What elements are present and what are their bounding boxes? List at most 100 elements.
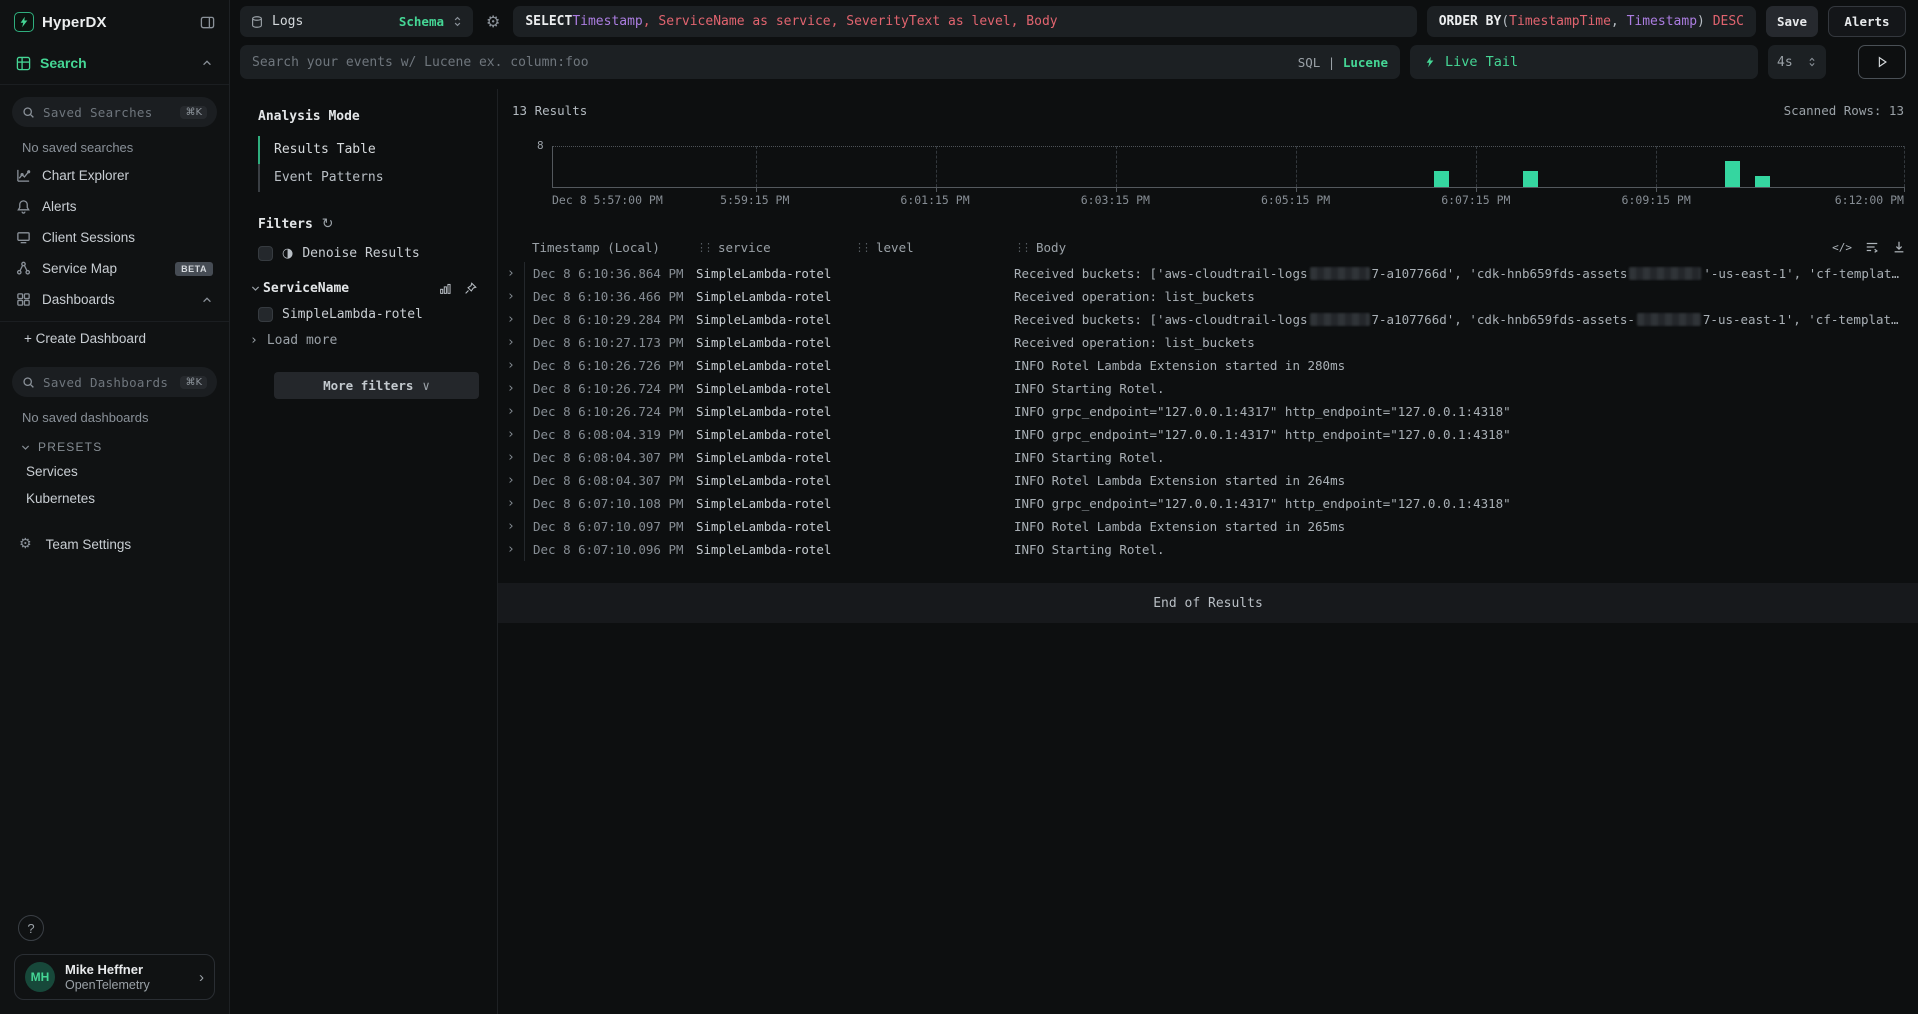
row-expand-icon[interactable]: ›	[498, 358, 524, 373]
chart-gridline	[1476, 146, 1477, 187]
table-row[interactable]: ›Dec 8 6:08:04.307 PMSimpleLambda-rotelI…	[498, 469, 1918, 492]
table-row[interactable]: ›Dec 8 6:07:10.096 PMSimpleLambda-rotelI…	[498, 538, 1918, 561]
refresh-icon[interactable]: ↻	[322, 216, 334, 232]
download-icon[interactable]	[1892, 240, 1906, 254]
query-language-toggle[interactable]: SQL | Lucene	[1298, 55, 1388, 70]
service-map-icon	[16, 261, 31, 276]
schema-link[interactable]: Schema	[399, 14, 444, 29]
save-button[interactable]: Save	[1766, 6, 1818, 37]
col-timestamp[interactable]: Timestamp (Local)	[524, 240, 696, 255]
source-settings-gear-icon[interactable]: ⚙	[486, 12, 500, 31]
load-more-button[interactable]: › Load more	[250, 333, 481, 348]
table-row[interactable]: ›Dec 8 6:10:36.466 PMSimpleLambda-rotelR…	[498, 285, 1918, 308]
denoise-results-option[interactable]: ◑ Denoise Results	[258, 246, 481, 261]
order-by-input[interactable]: ORDER BY (TimestampTime, Timestamp) DESC	[1427, 6, 1756, 37]
facet-value-option[interactable]: SimpleLambda-rotel	[258, 307, 481, 322]
row-expand-icon[interactable]: ›	[498, 335, 524, 350]
search-grid-icon	[16, 56, 31, 71]
pin-icon[interactable]	[464, 282, 477, 295]
sidebar-item-service-map[interactable]: Service Map BETA	[0, 253, 229, 284]
create-dashboard-button[interactable]: + Create Dashboard	[0, 322, 229, 355]
saved-searches-input[interactable]: Saved Searches ⌘K	[12, 97, 217, 127]
sidebar-item-dashboards[interactable]: Dashboards	[0, 284, 229, 315]
service-cell: SimpleLambda-rotel	[696, 335, 854, 350]
nav-label: Service Map	[42, 261, 117, 276]
service-checkbox[interactable]	[258, 307, 273, 322]
sidebar-item-kubernetes[interactable]: Kubernetes	[0, 485, 229, 512]
sidebar-collapse-icon[interactable]	[200, 15, 215, 30]
table-row[interactable]: ›Dec 8 6:07:10.108 PMSimpleLambda-rotelI…	[498, 492, 1918, 515]
run-query-button[interactable]	[1858, 45, 1906, 79]
chart-gridline	[1296, 146, 1297, 187]
chart-bar[interactable]	[1725, 161, 1740, 187]
sql-mode-label[interactable]: SQL	[1298, 55, 1321, 70]
row-expand-icon[interactable]: ›	[498, 381, 524, 396]
code-icon[interactable]: </>	[1832, 241, 1852, 254]
database-icon	[250, 15, 264, 29]
row-expand-icon[interactable]: ›	[498, 266, 524, 281]
facet-label: ServiceName	[263, 281, 349, 296]
row-expand-icon[interactable]: ›	[498, 519, 524, 534]
row-expand-icon[interactable]: ›	[498, 404, 524, 419]
axis-tick	[1656, 187, 1657, 192]
row-expand-icon[interactable]: ›	[498, 542, 524, 557]
chevron-up-icon[interactable]	[201, 294, 213, 306]
lucene-mode-label[interactable]: Lucene	[1343, 55, 1388, 70]
presets-header[interactable]: PRESETS	[0, 430, 229, 458]
table-row[interactable]: ›Dec 8 6:08:04.319 PMSimpleLambda-rotelI…	[498, 423, 1918, 446]
refresh-interval-select[interactable]: 4s	[1768, 45, 1826, 79]
load-more-label: Load more	[267, 333, 337, 348]
x-tick-label: 6:01:15 PM	[900, 193, 969, 207]
row-expand-icon[interactable]: ›	[498, 450, 524, 465]
sidebar-item-client-sessions[interactable]: Client Sessions	[0, 222, 229, 253]
nav-label: Alerts	[42, 199, 77, 214]
facet-servicename-header[interactable]: ServiceName	[250, 281, 481, 296]
chart-bar[interactable]	[1434, 171, 1449, 187]
user-name: Mike Heffner	[65, 962, 150, 977]
table-row[interactable]: ›Dec 8 6:10:36.864 PMSimpleLambda-rotelR…	[498, 262, 1918, 285]
user-card[interactable]: MH Mike Heffner OpenTelemetry ›	[14, 954, 215, 1000]
kbd-shortcut-badge: ⌘K	[180, 376, 207, 389]
drag-handle-icon[interactable]: ⋮⋮	[696, 241, 710, 254]
sidebar-item-chart-explorer[interactable]: Chart Explorer	[0, 160, 229, 191]
table-row[interactable]: ›Dec 8 6:10:26.724 PMSimpleLambda-rotelI…	[498, 377, 1918, 400]
col-level[interactable]: ⋮⋮level	[854, 240, 1014, 255]
source-select[interactable]: Logs Schema	[240, 6, 473, 37]
chart-bar[interactable]	[1523, 171, 1538, 187]
help-button[interactable]: ?	[18, 915, 44, 941]
sidebar-item-services[interactable]: Services	[0, 458, 229, 485]
saved-dashboards-input[interactable]: Saved Dashboards ⌘K	[12, 367, 217, 397]
alerts-button[interactable]: Alerts	[1828, 6, 1906, 37]
row-expand-icon[interactable]: ›	[498, 312, 524, 327]
sidebar-item-search[interactable]: Search	[0, 42, 229, 84]
drag-handle-icon[interactable]: ⋮⋮	[1014, 241, 1028, 254]
mode-results-table[interactable]: Results Table	[258, 136, 481, 164]
table-row[interactable]: ›Dec 8 6:10:27.173 PMSimpleLambda-rotelR…	[498, 331, 1918, 354]
sidebar-item-alerts[interactable]: Alerts	[0, 191, 229, 222]
mode-event-patterns[interactable]: Event Patterns	[258, 164, 481, 192]
live-tail-button[interactable]: Live Tail	[1410, 45, 1758, 79]
event-search-input[interactable]: Search your events w/ Lucene ex. column:…	[240, 45, 1400, 79]
row-expand-icon[interactable]: ›	[498, 496, 524, 511]
col-service[interactable]: ⋮⋮service	[696, 240, 854, 255]
select-clause-input[interactable]: SELECT Timestamp, ServiceName as service…	[513, 6, 1416, 37]
table-row[interactable]: ›Dec 8 6:10:26.726 PMSimpleLambda-rotelI…	[498, 354, 1918, 377]
table-row[interactable]: ›Dec 8 6:08:04.307 PMSimpleLambda-rotelI…	[498, 446, 1918, 469]
bar-chart-icon[interactable]	[439, 282, 452, 295]
denoise-checkbox[interactable]	[258, 246, 273, 261]
axis-tick	[756, 187, 757, 192]
chart-bar[interactable]	[1755, 176, 1770, 187]
col-body[interactable]: ⋮⋮Body	[1014, 240, 1814, 255]
table-row[interactable]: ›Dec 8 6:10:29.284 PMSimpleLambda-rotelR…	[498, 308, 1918, 331]
sidebar-item-team-settings[interactable]: ⚙ Team Settings	[0, 528, 229, 560]
more-filters-button[interactable]: More filters ∨	[274, 372, 479, 399]
row-expand-icon[interactable]: ›	[498, 473, 524, 488]
chevron-up-icon[interactable]	[201, 57, 213, 69]
wrap-lines-icon[interactable]	[1865, 240, 1879, 254]
drag-handle-icon[interactable]: ⋮⋮	[854, 241, 868, 254]
table-row[interactable]: ›Dec 8 6:07:10.097 PMSimpleLambda-rotelI…	[498, 515, 1918, 538]
row-expand-icon[interactable]: ›	[498, 427, 524, 442]
row-expand-icon[interactable]: ›	[498, 289, 524, 304]
table-row[interactable]: ›Dec 8 6:10:26.724 PMSimpleLambda-rotelI…	[498, 400, 1918, 423]
analysis-mode-header: Analysis Mode	[258, 109, 481, 124]
